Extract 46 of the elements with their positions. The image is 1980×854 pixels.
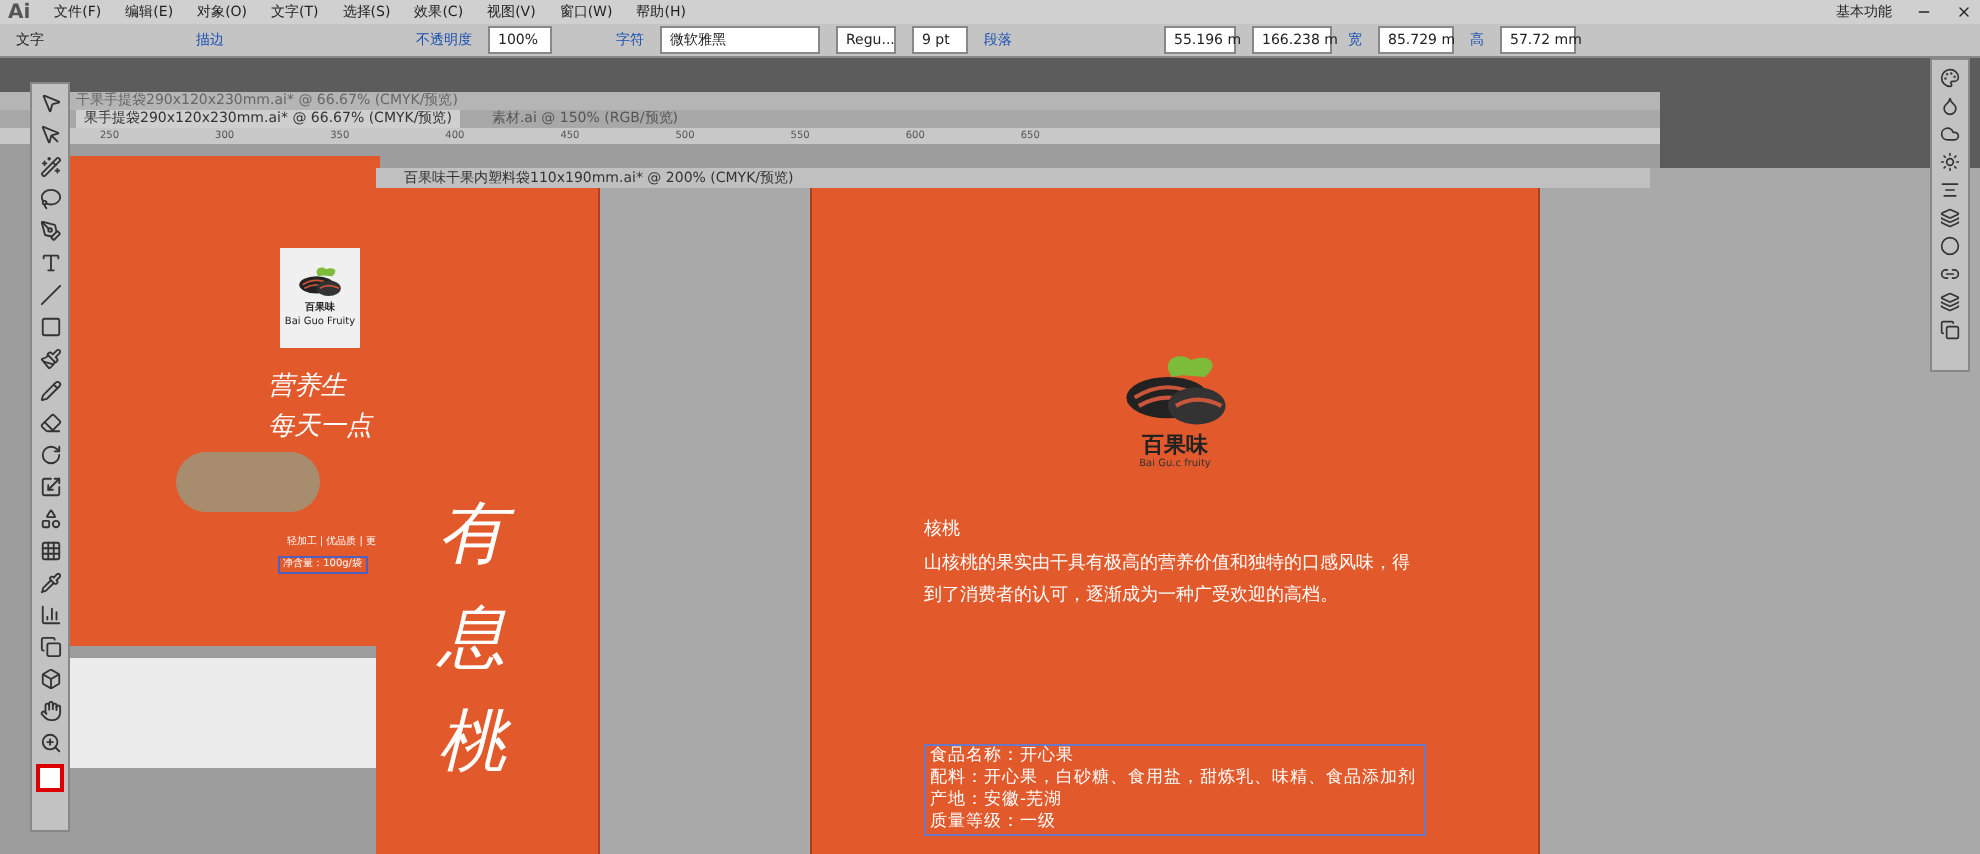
tool-icon[interactable]: [39, 124, 61, 146]
info-line: 产地：安徽-芜湖: [930, 790, 1063, 812]
tool-icon[interactable]: [39, 700, 61, 722]
info-line: 质量等级：一级: [930, 812, 1056, 835]
heading-text: 核桃: [924, 517, 962, 544]
app-logo: Ai: [8, 0, 31, 27]
tool-icon[interactable]: [39, 252, 61, 274]
tool-icon[interactable]: [39, 380, 61, 402]
tool-icon[interactable]: [39, 316, 61, 338]
tool-icon[interactable]: [39, 732, 61, 754]
panel-icon[interactable]: [1940, 264, 1960, 284]
fill-stroke-swatch[interactable]: [36, 764, 64, 792]
panel-icon[interactable]: [1940, 292, 1960, 312]
tool-icon[interactable]: [39, 412, 61, 434]
panel-icon[interactable]: [1940, 180, 1960, 200]
headline-char: 息: [434, 596, 508, 682]
tool-icon[interactable]: [39, 636, 61, 658]
tool-icon[interactable]: [39, 188, 61, 210]
tool-icon[interactable]: [39, 604, 61, 626]
photo-placeholder: [176, 452, 320, 512]
tool-icon[interactable]: [39, 668, 61, 690]
close-icon[interactable]: [1956, 4, 1972, 20]
tool-icon[interactable]: [39, 540, 61, 562]
tool-icon[interactable]: [39, 476, 61, 498]
tool-icon[interactable]: [39, 572, 61, 594]
headline-char: 桃: [426, 696, 518, 788]
info-line: 配料：开心果，白砂糖、食用盐，甜炼乳、味精、食品添加剂: [930, 768, 1416, 789]
panel-icon[interactable]: [1940, 208, 1960, 228]
panel-icon[interactable]: [1940, 236, 1960, 256]
panel-icon[interactable]: [1940, 152, 1960, 172]
description-paragraph: 山核桃的果实由干具有极高的营养价值和独特的口感风味，得到了消费者的认可，逐渐成为一种广受欢迎的高档。: [924, 551, 1412, 611]
tool-icon[interactable]: [39, 92, 61, 114]
tool-icon[interactable]: [39, 508, 61, 530]
panel-icon[interactable]: [1940, 320, 1960, 340]
tool-icon[interactable]: [39, 348, 61, 370]
panel-icon[interactable]: [1940, 68, 1960, 88]
slogan-text: 每天一点: [268, 410, 372, 446]
slogan-text: 营养生: [268, 370, 346, 406]
tool-icon[interactable]: [39, 444, 61, 466]
brand-name: 百果味: [1142, 434, 1208, 459]
nut-logo-icon: [294, 264, 346, 302]
headline-char: 有: [426, 488, 518, 580]
info-line: 食品名称：开心果: [930, 746, 1074, 767]
tool-icon[interactable]: [39, 156, 61, 178]
tool-icon[interactable]: [39, 220, 61, 242]
tool-icon[interactable]: [39, 284, 61, 306]
